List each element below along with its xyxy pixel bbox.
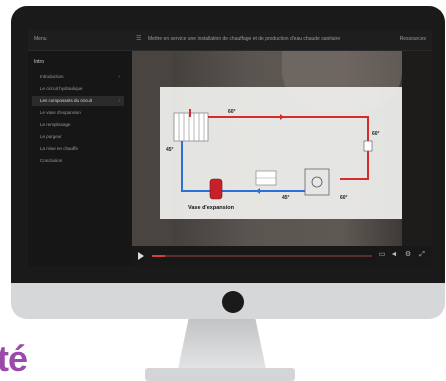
sidebar-item[interactable]: Conclusion [32, 156, 124, 166]
player-controls: ▭ ◄ ⚙ ⤢ [132, 246, 432, 266]
menu-button[interactable]: Menu [34, 36, 47, 42]
brand-logo: té [0, 340, 40, 381]
sidebar-item[interactable]: Le vase d'expansion [32, 108, 124, 118]
top-bar: Menu ☰ Mettre en service une installatio… [28, 30, 432, 51]
sidebar-item[interactable]: Le circuit hydraulique [32, 84, 124, 94]
resources-button[interactable]: Ressources [400, 36, 426, 42]
sidebar-item-label: Les composants du circuit [40, 98, 93, 103]
sidebar-item-active[interactable]: Les composants du circuit › [32, 96, 124, 106]
hamburger-icon[interactable]: ☰ [136, 35, 141, 42]
screen: Menu ☰ Mettre en service une installatio… [28, 30, 432, 266]
temp-label-bottom-left: 45° [282, 195, 290, 201]
video-player[interactable]: 60° 45° 60° 45° 60° Vase d'expansion [132, 51, 432, 246]
sidebar-item-label: Le remplissage [40, 122, 71, 127]
apple-logo-icon [222, 291, 244, 313]
hot-pipe [208, 116, 369, 180]
temp-label-left: 45° [166, 147, 174, 153]
progress-bar[interactable] [152, 255, 372, 257]
temp-label-bottom-right: 60° [340, 195, 348, 201]
cold-pipe [181, 141, 310, 192]
circuit-svg: 60° 45° 60° 45° 60° Vase d'expansion [166, 109, 380, 211]
chevron-right-icon: › [118, 98, 120, 104]
heating-circuit-diagram: 60° 45° 60° 45° 60° Vase d'expansion [160, 87, 402, 219]
sidebar-item-label: Le circuit hydraulique [40, 86, 83, 91]
arrow-icon [280, 114, 284, 120]
sidebar-item[interactable]: La mise en chauffe [32, 144, 124, 154]
valve-icon [363, 140, 373, 152]
brand-text: té [0, 340, 28, 379]
fullscreen-icon[interactable]: ⤢ [418, 251, 426, 259]
arrow-icon [256, 188, 260, 194]
sidebar-item[interactable]: Introduction › [32, 72, 124, 82]
play-icon[interactable] [138, 252, 144, 260]
temp-label-right: 60° [372, 131, 380, 137]
course-title: Mettre en service une installation de ch… [148, 36, 341, 42]
settings-icon[interactable]: ⚙ [404, 251, 412, 259]
monitor-base [145, 368, 295, 381]
progress-fill [152, 255, 166, 257]
sidebar-item-label: Le purgeur [40, 134, 62, 139]
sidebar-item-label: La mise en chauffe [40, 146, 78, 151]
chevron-right-icon: › [118, 74, 120, 80]
subtitles-icon[interactable]: ▭ [378, 251, 386, 259]
expansion-vessel-label: Vase d'expansion [188, 205, 235, 211]
sidebar-item-label: Introduction [40, 74, 64, 79]
radiator-icon [173, 112, 209, 142]
sidebar-heading: Intro [34, 59, 45, 65]
temp-label-top: 60° [228, 109, 236, 115]
expansion-vessel-icon [209, 178, 223, 200]
sidebar-item-label: Le vase d'expansion [40, 110, 81, 115]
volume-icon[interactable]: ◄ [390, 251, 398, 259]
sidebar-item[interactable]: Le remplissage [32, 120, 124, 130]
video-background [402, 51, 432, 246]
sidebar: Intro Introduction › Le circuit hydrauliq… [28, 51, 132, 266]
sidebar-item[interactable]: Le purgeur [32, 132, 124, 142]
sidebar-item-label: Conclusion [40, 158, 63, 163]
monitor-stand [178, 319, 266, 369]
boiler-icon [304, 168, 330, 196]
